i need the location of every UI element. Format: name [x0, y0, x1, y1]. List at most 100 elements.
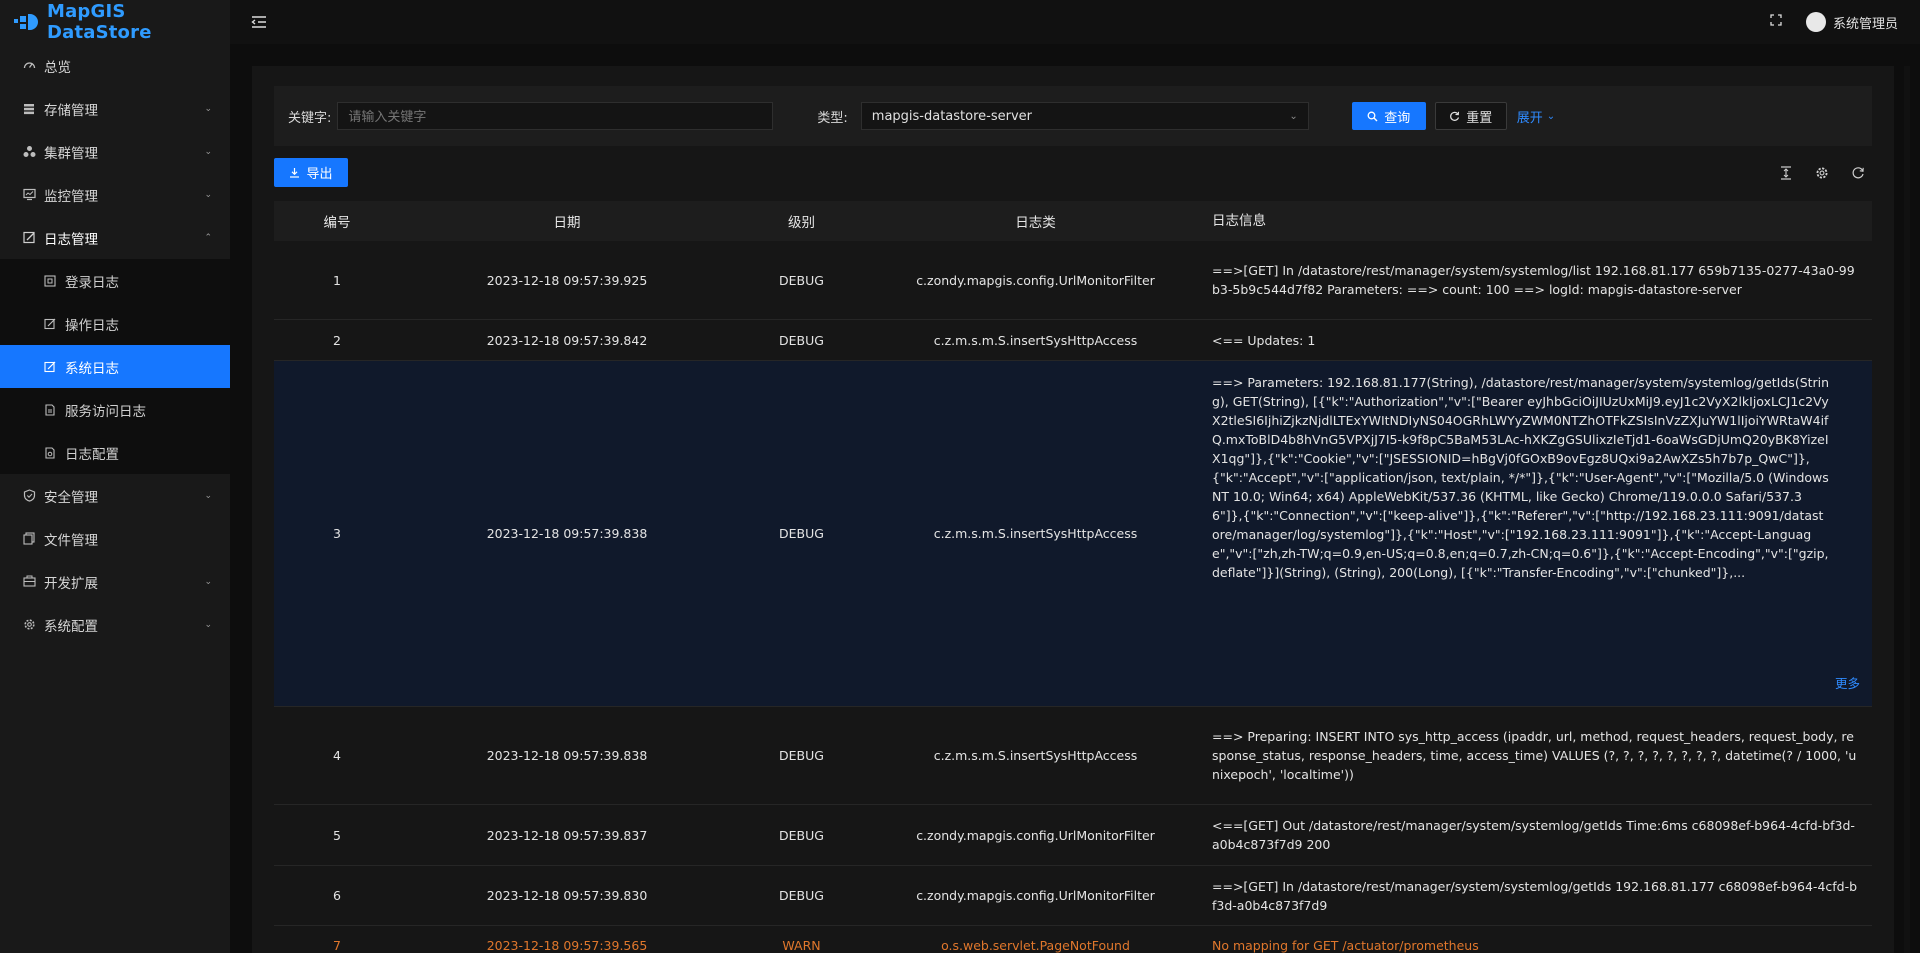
avatar[interactable] — [1805, 12, 1826, 32]
page-scrollbar[interactable] — [1904, 66, 1910, 953]
table-row[interactable]: 7 2023-12-18 09:57:39.565 WARN o.s.web.s… — [274, 926, 1872, 953]
sidebar-item-service-access-log[interactable]: 服务访问日志 — [0, 388, 230, 431]
menu-fold-icon[interactable] — [250, 14, 268, 30]
cell-class: c.zondy.mapgis.config.UrlMonitorFilter — [916, 272, 1155, 288]
menu-item-monitor[interactable]: 监控管理 ⌄ — [0, 173, 230, 216]
chevron-down-icon: ⌄ — [204, 619, 212, 630]
search-icon — [1367, 111, 1378, 122]
col-header-class: 日志类 — [1015, 215, 1056, 231]
menu-item-storage[interactable]: 存储管理 ⌄ — [0, 87, 230, 130]
chevron-down-icon: ⌄ — [204, 576, 212, 587]
table-row[interactable]: 2 2023-12-18 09:57:39.842 DEBUG c.z.m.s.… — [274, 320, 1872, 361]
chevron-down-icon: ⌄ — [204, 103, 212, 114]
cell-date: 2023-12-18 09:57:39.838 — [486, 526, 648, 541]
menu-item-security[interactable]: 安全管理 ⌄ — [0, 474, 230, 517]
cell-message: <==[GET] Out /datastore/rest/manager/sys… — [1212, 818, 1855, 852]
header-right: 系统管理员 — [1770, 12, 1898, 32]
download-icon — [289, 167, 300, 178]
menu-item-cluster[interactable]: 集群管理 ⌄ — [0, 130, 230, 173]
expand-link-label: 展开 — [1516, 110, 1543, 126]
search-button[interactable]: 查询 — [1351, 102, 1426, 130]
sidebar: MapGIS DataStore 总览 存储管理 ⌄ 集群管理 ⌄ 监控管理 ⌄… — [0, 0, 230, 953]
log-icon — [22, 231, 36, 245]
settings-icon[interactable] — [1810, 161, 1834, 185]
reload-icon — [1449, 111, 1460, 122]
cell-message: ==>[GET] In /datastore/rest/manager/syst… — [1212, 263, 1855, 297]
menu-label: 总览 — [44, 59, 71, 76]
menu-label: 日志管理 — [44, 231, 98, 248]
sub-label: 服务访问日志 — [65, 403, 146, 420]
table-row[interactable]: 6 2023-12-18 09:57:39.830 DEBUG c.zondy.… — [274, 866, 1872, 926]
system-log-icon — [43, 360, 57, 374]
search-button-label: 查询 — [1384, 110, 1411, 126]
menu-item-file[interactable]: 文件管理 — [0, 517, 230, 560]
sub-label: 登录日志 — [65, 274, 119, 291]
cell-class: c.z.m.s.m.S.insertSysHttpAccess — [933, 526, 1138, 541]
sidebar-item-operation-log[interactable]: 操作日志 — [0, 302, 230, 345]
gear-icon — [22, 618, 36, 632]
table-row[interactable]: 4 2023-12-18 09:57:39.838 DEBUG c.z.m.s.… — [274, 707, 1872, 805]
menu-item-extension[interactable]: 开发扩展 ⌄ — [0, 560, 230, 603]
sidebar-item-log-config[interactable]: 日志配置 — [0, 431, 230, 474]
top-header: 系统管理员 — [230, 0, 1920, 44]
type-select-value: mapgis-datastore-server — [871, 108, 1032, 124]
type-select[interactable]: mapgis-datastore-server ⌄ — [860, 102, 1309, 130]
edit-log-icon — [43, 317, 57, 331]
log-table: 编号 日期 级别 日志类 日志信息 1 2023-12-18 09:57:39.… — [274, 201, 1872, 953]
table-row[interactable]: 3 2023-12-18 09:57:39.838 DEBUG c.z.m.s.… — [274, 361, 1872, 707]
cell-level: DEBUG — [779, 888, 824, 903]
menu-label: 监控管理 — [44, 188, 98, 205]
more-link[interactable]: 更多 — [1835, 674, 1860, 693]
menu-label: 集群管理 — [44, 145, 98, 162]
filter-bar: 关键字: 类型: mapgis-datastore-server ⌄ 查询 重置… — [274, 86, 1872, 146]
cell-level: DEBUG — [779, 748, 824, 763]
menu-item-system-config[interactable]: 系统配置 ⌄ — [0, 603, 230, 646]
table-toolbar: 导出 — [274, 158, 1872, 188]
cell-level: WARN — [782, 938, 821, 953]
menu-label: 开发扩展 — [44, 575, 98, 592]
sidebar-item-login-log[interactable]: 登录日志 — [0, 259, 230, 302]
fullscreen-icon[interactable] — [1770, 14, 1782, 30]
logo-icon — [14, 12, 43, 32]
cell-id: 6 — [333, 888, 341, 903]
menu-item-overview[interactable]: 总览 — [0, 44, 230, 87]
copy-icon — [22, 532, 36, 546]
cell-message: ==> Preparing: INSERT INTO sys_http_acce… — [1212, 729, 1857, 782]
table-header: 编号 日期 级别 日志类 日志信息 — [274, 201, 1872, 241]
user-name[interactable]: 系统管理员 — [1833, 13, 1898, 32]
shield-icon — [22, 489, 36, 503]
col-header-level: 级别 — [788, 215, 815, 231]
log-submenu: 登录日志 操作日志 系统日志 服务访问日志 日志配置 — [0, 259, 230, 474]
chevron-down-icon: ⌄ — [204, 189, 212, 200]
refresh-icon[interactable] — [1846, 161, 1870, 185]
reset-button-label: 重置 — [1466, 110, 1493, 126]
menu-label: 系统配置 — [44, 618, 98, 635]
keyword-input[interactable] — [337, 102, 774, 130]
cell-level: DEBUG — [779, 272, 824, 288]
cell-date: 2023-12-18 09:57:39.565 — [486, 938, 648, 953]
chevron-down-icon: ⌄ — [204, 490, 212, 501]
main-content: 关键字: 类型: mapgis-datastore-server ⌄ 查询 重置… — [252, 66, 1894, 953]
sidebar-item-system-log[interactable]: 系统日志 — [0, 345, 230, 388]
app-logo[interactable]: MapGIS DataStore — [0, 0, 230, 44]
cell-class: c.zondy.mapgis.config.UrlMonitorFilter — [916, 888, 1155, 903]
keyword-label: 关键字: — [288, 110, 332, 126]
cell-date: 2023-12-18 09:57:39.925 — [486, 272, 648, 288]
cell-message: No mapping for GET /actuator/prometheus — [1212, 938, 1479, 953]
menu-item-log[interactable]: 日志管理 ⌃ — [0, 216, 230, 259]
cell-id: 3 — [333, 526, 341, 541]
column-height-icon[interactable] — [1774, 161, 1798, 185]
export-button[interactable]: 导出 — [274, 158, 348, 187]
extension-icon — [22, 575, 36, 589]
table-row[interactable]: 5 2023-12-18 09:57:39.837 DEBUG c.zondy.… — [274, 805, 1872, 866]
sub-label: 操作日志 — [65, 317, 119, 334]
cell-class: c.z.m.s.m.S.insertSysHttpAccess — [933, 748, 1138, 763]
col-header-message: 日志信息 — [1212, 212, 1266, 229]
expand-link[interactable]: 展开 ⌄ — [1517, 107, 1555, 126]
sub-label: 日志配置 — [65, 446, 119, 463]
reset-button[interactable]: 重置 — [1434, 102, 1507, 130]
table-row[interactable]: 1 2023-12-18 09:57:39.925 DEBUG c.zondy.… — [274, 241, 1872, 320]
menu-label: 存储管理 — [44, 102, 98, 119]
monitor-icon — [22, 188, 36, 202]
cell-class: o.s.web.servlet.PageNotFound — [941, 938, 1130, 953]
